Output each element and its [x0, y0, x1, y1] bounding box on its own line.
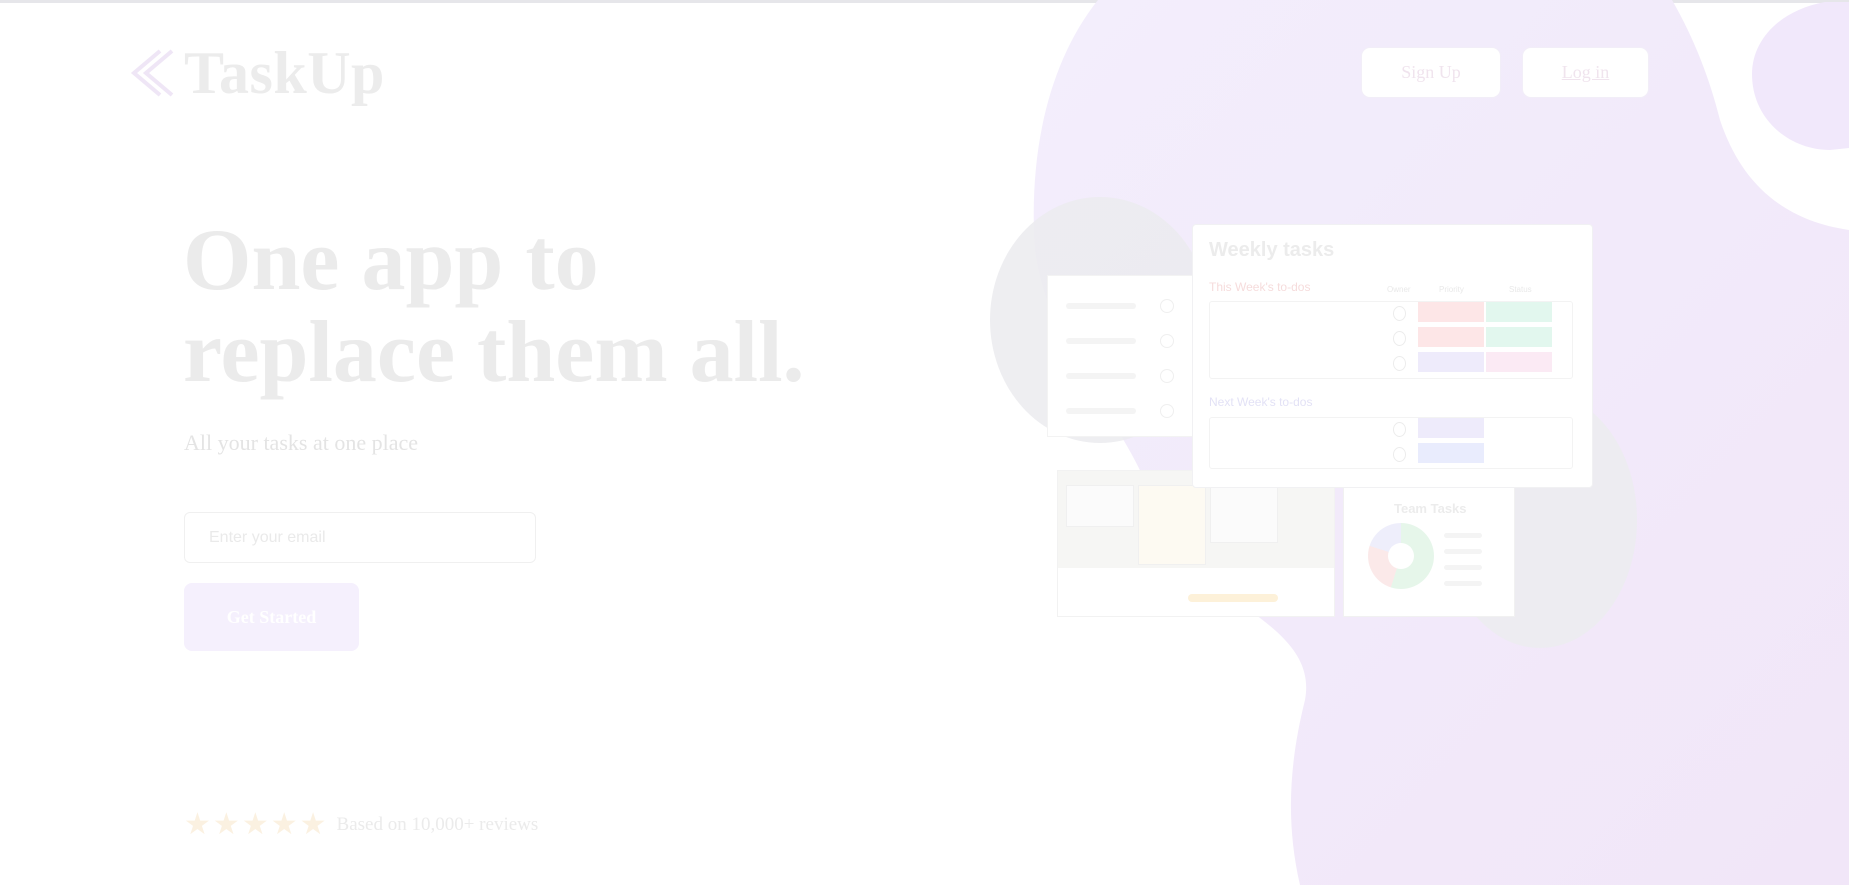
double-chevron-left-icon	[130, 49, 174, 97]
this-week-table	[1209, 301, 1573, 379]
board-footer	[1058, 568, 1334, 616]
team-tasks-title: Team Tasks	[1394, 501, 1467, 516]
priority-pill	[1418, 443, 1484, 463]
legend-item	[1444, 565, 1482, 570]
hero-title-line-2: replace them all.	[183, 304, 805, 401]
board-column	[1210, 485, 1278, 543]
team-tasks-card: Team Tasks	[1343, 470, 1515, 617]
kanban-board-card	[1057, 470, 1335, 617]
priority-pill	[1418, 302, 1484, 322]
brand-name: TaskUp	[184, 39, 385, 106]
log-in-label: Log in	[1561, 62, 1610, 82]
priority-pill	[1418, 418, 1484, 438]
priority-pill	[1418, 352, 1484, 372]
list-item-icon	[1160, 334, 1174, 348]
priority-column-header: Priority	[1439, 285, 1464, 294]
status-pill	[1486, 352, 1552, 372]
status-column-header: Status	[1509, 285, 1532, 294]
avatar	[1393, 331, 1406, 346]
get-started-button[interactable]: Get Started	[184, 583, 359, 651]
legend-item	[1444, 549, 1482, 554]
board-column	[1138, 485, 1206, 565]
hero-subtitle: All your tasks at one place	[184, 430, 418, 455]
sign-up-button[interactable]: Sign Up	[1361, 47, 1501, 98]
star-icon: ★	[241, 807, 269, 842]
star-icon: ★	[184, 807, 211, 842]
legend-item	[1444, 581, 1482, 586]
rating: ★ ★ ★ ★ ★ Based on 10,000+ reviews	[184, 808, 538, 842]
list-item-icon	[1160, 299, 1174, 313]
reviews-text: Based on 10,000+ reviews	[336, 814, 539, 835]
star-icon: ★	[212, 807, 240, 842]
legend-item	[1444, 533, 1482, 538]
status-pill	[1486, 327, 1552, 347]
star-icon: ★	[270, 807, 298, 842]
next-week-label: Next Week's to-dos	[1209, 395, 1313, 409]
progress-bar	[1188, 594, 1278, 602]
hero-title-line-1: One app to	[183, 212, 599, 309]
star-icon: ★	[299, 807, 327, 842]
log-in-button[interactable]: Log in	[1522, 47, 1649, 98]
logo[interactable]: TaskUp	[128, 38, 385, 108]
next-week-table	[1209, 417, 1573, 469]
task-list-card	[1047, 275, 1199, 437]
owner-column-header: Owner	[1387, 285, 1411, 294]
list-item	[1066, 373, 1136, 379]
avatar	[1393, 306, 1406, 321]
weekly-tasks-card: Weekly tasks This Week's to-dos Owner Pr…	[1192, 224, 1593, 488]
weekly-tasks-title: Weekly tasks	[1209, 239, 1335, 261]
purple-blob-corner	[1752, 2, 1849, 150]
hero-title: One app to replace them all.	[183, 215, 805, 399]
list-item	[1066, 303, 1136, 309]
donut-chart	[1368, 523, 1434, 589]
email-input[interactable]	[184, 512, 536, 563]
list-item-icon	[1160, 404, 1174, 418]
avatar	[1393, 447, 1406, 462]
list-item	[1066, 338, 1136, 344]
list-item-icon	[1160, 369, 1174, 383]
status-pill	[1486, 302, 1552, 322]
avatar	[1393, 356, 1406, 371]
list-item	[1066, 408, 1136, 414]
board-column	[1066, 485, 1134, 527]
this-week-label: This Week's to-dos	[1209, 280, 1311, 294]
avatar	[1393, 422, 1406, 437]
priority-pill	[1418, 327, 1484, 347]
